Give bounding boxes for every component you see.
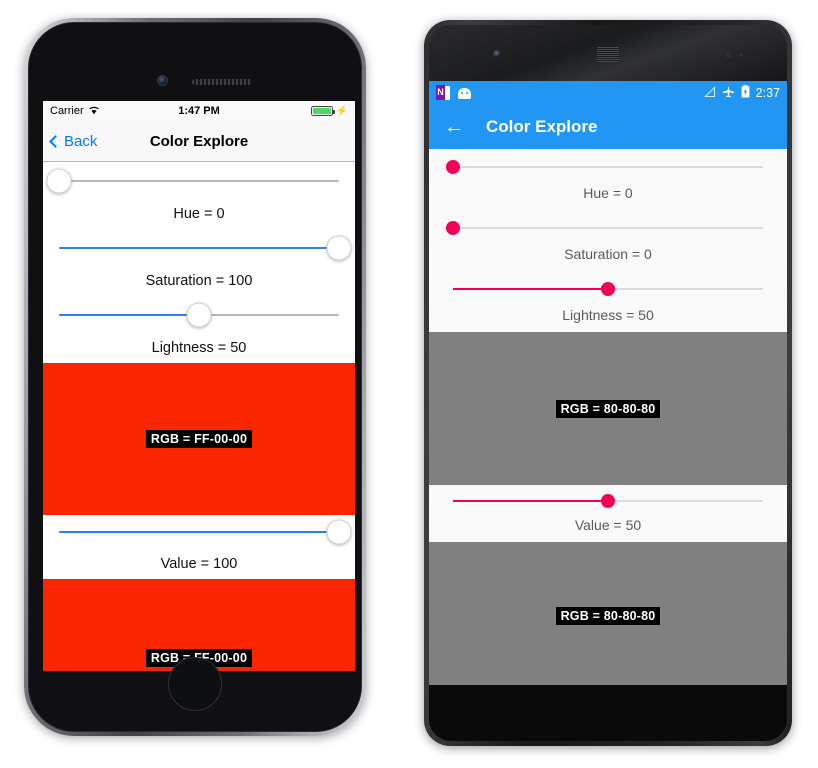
value-slider-track[interactable] [453, 494, 763, 508]
proximity-sensor-icon [726, 53, 731, 58]
saturation-slider[interactable] [43, 229, 355, 272]
android-toolbar: ← Color Explore [429, 105, 787, 149]
iphone-screen: Carrier 1:47 PM ⚡ Back Color Explore Hue… [43, 101, 355, 671]
hue-value-label: Hue = 0 [583, 185, 633, 201]
page-title: Color Explore [149, 132, 249, 150]
android-clock: 2:37 [755, 86, 780, 100]
lightness-value-label: Lightness = 50 [151, 340, 247, 356]
hsl-rgb-label: RGB = 80-80-80 [555, 399, 661, 418]
charging-bolt-icon: ⚡ [335, 105, 348, 117]
value-slider-fill [453, 500, 608, 502]
value-value-label: Value = 100 [160, 556, 238, 572]
android-slider-panel-top: Hue = 0 Saturation = 0 Lightness = 50 [429, 149, 787, 332]
lightness-slider-fill [453, 288, 608, 290]
value-slider-thumb[interactable] [601, 494, 615, 508]
saturation-slider-fill [59, 247, 339, 249]
home-button[interactable] [168, 657, 222, 711]
earpiece-speaker-icon [192, 79, 252, 85]
lightness-value-label: Lightness = 50 [562, 307, 654, 323]
android-screen: 2:37 ← Color Explore Hu [429, 81, 787, 685]
ios-clock: 1:47 PM [178, 105, 220, 117]
iphone-device: Carrier 1:47 PM ⚡ Back Color Explore Hue… [24, 18, 366, 736]
dual-device-mockup: Carrier 1:47 PM ⚡ Back Color Explore Hue… [0, 0, 818, 768]
light-sensor-icon [739, 53, 743, 57]
battery-icon [310, 106, 335, 116]
value-value-label: Value = 50 [574, 517, 642, 533]
status-right-group: 2:37 [703, 85, 780, 101]
airplane-mode-icon [722, 85, 735, 101]
value-slider[interactable] [429, 485, 787, 517]
saturation-slider-thumb[interactable] [446, 221, 460, 235]
value-slider-thumb[interactable] [326, 519, 352, 545]
onenote-icon [436, 85, 450, 100]
saturation-value-label: Saturation = 0 [564, 246, 652, 262]
hsv-color-swatch: RGB = 80-80-80 [429, 542, 787, 685]
battery-charging-icon [741, 85, 750, 101]
hue-slider[interactable] [429, 149, 787, 185]
lightness-slider-track[interactable] [453, 282, 763, 296]
android-device: 2:37 ← Color Explore Hu [424, 20, 792, 746]
lightness-slider-fill [59, 314, 199, 316]
hue-slider-track[interactable] [446, 160, 763, 174]
hue-value-label: Hue = 0 [173, 206, 225, 222]
front-camera-icon [157, 75, 168, 86]
android-robot-icon [458, 87, 471, 99]
signal-none-icon [703, 85, 716, 101]
earpiece-speaker-icon [597, 46, 619, 62]
ios-navigation-bar: Back Color Explore [43, 121, 355, 162]
lightness-slider-track[interactable] [59, 302, 339, 328]
android-bezel: 2:37 ← Color Explore Hu [429, 25, 787, 741]
hsl-rgb-label: RGB = FF-00-00 [145, 430, 253, 448]
value-slider-track[interactable] [59, 519, 352, 545]
saturation-slider-track[interactable] [446, 221, 763, 235]
hue-slider[interactable] [43, 162, 355, 205]
android-slider-panel-bottom: Value = 50 [429, 485, 787, 542]
value-slider[interactable] [43, 515, 355, 555]
hue-slider-track[interactable] [46, 168, 339, 194]
value-slider-fill [59, 531, 339, 533]
hsl-color-swatch: RGB = FF-00-00 [43, 363, 355, 515]
lightness-slider[interactable] [429, 271, 787, 307]
front-camera-icon [493, 50, 501, 58]
lightness-slider-thumb[interactable] [186, 302, 212, 328]
arrow-left-icon[interactable]: ← [444, 117, 464, 137]
hue-slider-thumb[interactable] [46, 168, 72, 194]
saturation-slider-thumb[interactable] [326, 235, 352, 261]
page-title: Color Explore [486, 117, 598, 136]
android-top-bezel [429, 25, 787, 81]
saturation-slider-track[interactable] [59, 235, 352, 261]
ios-content: Hue = 0 Saturation = 100 Lightness = 50 … [43, 162, 355, 671]
lightness-slider[interactable] [43, 296, 355, 339]
hue-slider-thumb[interactable] [446, 160, 460, 174]
status-right-group: ⚡ [310, 105, 348, 117]
hsv-rgb-label: RGB = 80-80-80 [555, 606, 661, 625]
saturation-slider[interactable] [429, 210, 787, 246]
ios-status-bar: Carrier 1:47 PM ⚡ [43, 101, 355, 121]
iphone-bezel: Carrier 1:47 PM ⚡ Back Color Explore Hue… [28, 22, 362, 732]
hsl-color-swatch: RGB = 80-80-80 [429, 332, 787, 485]
saturation-value-label: Saturation = 100 [145, 273, 253, 289]
lightness-slider-thumb[interactable] [601, 282, 615, 296]
android-status-bar: 2:37 [429, 81, 787, 105]
